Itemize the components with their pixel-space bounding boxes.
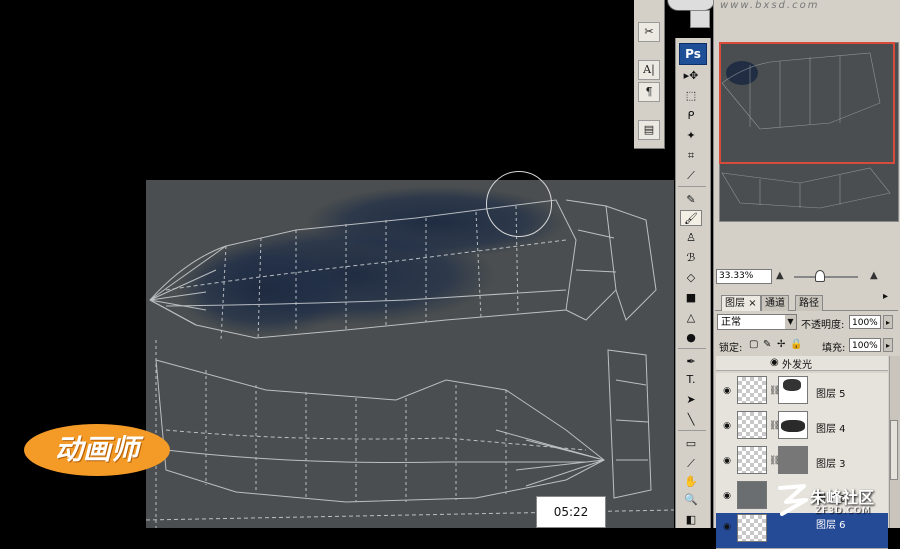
gradient-tool-icon[interactable]: ■	[680, 290, 702, 306]
layer-thumbnail	[737, 514, 767, 542]
layer-name: 图层 6	[816, 520, 846, 531]
fill-label: 填充:	[822, 343, 846, 354]
clone-stamp-tool-icon[interactable]: ♙	[680, 230, 702, 246]
layer-thumbnail	[737, 376, 767, 404]
character-icon[interactable]: A|	[638, 60, 660, 80]
healing-brush-tool-icon[interactable]: ✎	[680, 192, 702, 208]
lock-position-icon[interactable]: ✢	[777, 339, 785, 350]
zoom-tool-icon[interactable]: 🔍	[680, 492, 702, 508]
watermark-name: 朱峰社区	[810, 488, 875, 507]
crop-tool-icon[interactable]: ⌗	[680, 148, 702, 164]
lock-all-icon[interactable]: 🔒	[790, 339, 802, 350]
type-tool-icon[interactable]: T.	[680, 372, 702, 388]
visibility-eye-icon[interactable]: ◉	[721, 421, 733, 431]
visibility-eye-icon[interactable]: ◉	[721, 491, 733, 501]
dodge-tool-icon[interactable]: ●	[680, 330, 702, 346]
zoom-slider-track[interactable]	[794, 276, 858, 278]
effect-eye-icon[interactable]: ◉	[770, 357, 779, 368]
path-selection-tool-icon[interactable]: ➤	[680, 392, 702, 408]
lock-transparency-icon[interactable]: ▢	[749, 339, 758, 350]
eyedropper-tool-icon[interactable]: ⟋	[680, 456, 702, 472]
photoshop-logo[interactable]: Ps	[679, 43, 707, 65]
slice-tool-icon[interactable]: ⟋	[680, 168, 702, 184]
brand-logo-text: 动画师	[54, 433, 139, 466]
tooltip-caret	[565, 520, 579, 527]
blur-tool-icon[interactable]: △	[680, 310, 702, 326]
chevron-down-icon[interactable]: ▼	[785, 315, 796, 329]
marquee-tool-icon[interactable]: ⬚	[680, 88, 702, 104]
lasso-tool-icon[interactable]: ᑭ	[680, 108, 702, 124]
line-tool-icon[interactable]: ╲	[680, 412, 702, 428]
document-canvas[interactable]	[146, 180, 674, 528]
close-tab-icon[interactable]: ×	[748, 298, 756, 309]
panel-menu-icon[interactable]: ▸	[883, 291, 888, 302]
opacity-label: 不透明度:	[801, 320, 845, 331]
hand-tool-icon[interactable]: ✋	[680, 474, 702, 490]
layer-thumbnail	[737, 446, 767, 474]
watermark-url: ZF3D.COM	[815, 506, 871, 516]
brush-cursor-circle	[486, 171, 552, 237]
visibility-eye-icon[interactable]: ◉	[721, 456, 733, 466]
opacity-arrow-icon[interactable]: ▸	[883, 315, 893, 329]
navigator-view-box[interactable]	[719, 42, 895, 164]
colors-icon[interactable]: ◧	[680, 512, 702, 528]
layer-mask-thumbnail[interactable]	[778, 376, 808, 404]
zoom-out-icon[interactable]: ▲	[776, 270, 784, 281]
opacity-field[interactable]: 100%	[849, 315, 881, 329]
zf3d-logo-icon	[778, 484, 808, 516]
tab-paths[interactable]: 路径	[795, 295, 823, 311]
notes-tool-icon[interactable]: ▭	[680, 436, 702, 452]
visibility-eye-icon[interactable]: ◉	[721, 522, 733, 532]
move-tool-icon[interactable]: ▸✥	[680, 68, 702, 84]
layers-scrollbar-thumb[interactable]	[890, 420, 898, 480]
layer-name: 图层 3	[816, 459, 846, 470]
history-brush-tool-icon[interactable]: ℬ	[680, 250, 702, 266]
pen-tool-icon[interactable]: ✒	[680, 354, 702, 370]
zoom-slider-thumb[interactable]	[815, 270, 825, 282]
fill-arrow-icon[interactable]: ▸	[883, 338, 893, 352]
tab-channels[interactable]: 通道	[761, 295, 789, 311]
layer-mask-thumbnail[interactable]	[778, 446, 808, 474]
magic-wand-tool-icon[interactable]: ✦	[680, 128, 702, 144]
layer-thumbnail	[737, 481, 767, 509]
layer-name: 图层 5	[816, 389, 846, 400]
lock-label: 锁定:	[719, 343, 743, 354]
visibility-eye-icon[interactable]: ◉	[721, 386, 733, 396]
layer-thumbnail	[737, 411, 767, 439]
paragraph-icon[interactable]: ¶	[638, 82, 660, 102]
website-watermark: www.bxsd.com	[720, 0, 820, 11]
lock-pixels-icon[interactable]: ✎	[763, 339, 771, 350]
zoom-level-field[interactable]: 33.33%	[716, 269, 772, 284]
layer-mask-thumbnail[interactable]	[778, 411, 808, 439]
brush-tool-icon[interactable]: 🖌	[680, 210, 702, 226]
zoom-in-icon[interactable]: ▲	[870, 270, 878, 281]
floating-panel-strip: ✂ A| ¶ ▤	[634, 0, 665, 149]
palette-well-icon[interactable]	[690, 10, 710, 28]
effect-label: 外发光	[782, 360, 812, 371]
tab-layers[interactable]: 图层 ×	[721, 295, 761, 311]
eraser-tool-icon[interactable]: ◇	[680, 270, 702, 286]
tools-icon[interactable]: ✂	[638, 22, 660, 42]
layer-effect-row[interactable]: ◉ 外发光	[716, 356, 888, 371]
layer-name: 图层 4	[816, 424, 846, 435]
layer-comps-icon[interactable]: ▤	[638, 120, 660, 140]
uv-wireframe-artwork	[146, 186, 674, 528]
fill-field[interactable]: 100%	[849, 338, 881, 352]
